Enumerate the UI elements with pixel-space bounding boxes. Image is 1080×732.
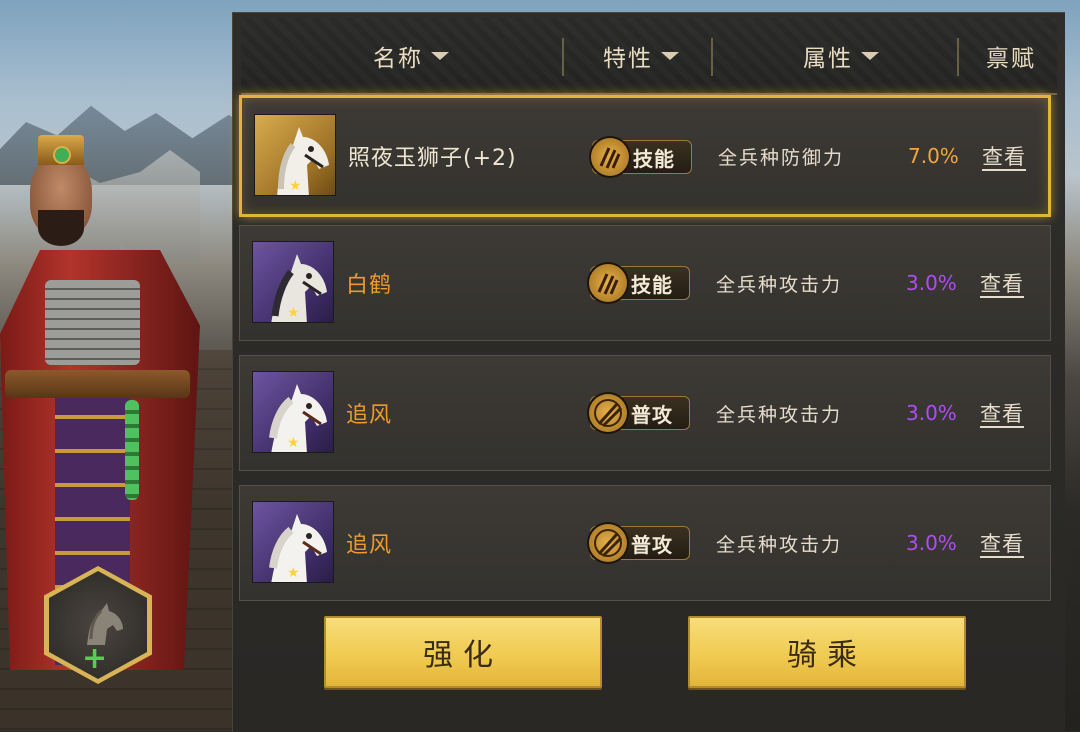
header-divider <box>562 38 564 76</box>
trait-badge[interactable]: 技能 <box>589 264 690 302</box>
slash-icon <box>589 394 627 432</box>
chevron-down-icon <box>661 51 679 60</box>
character-belt <box>5 370 190 398</box>
header-trait-sort[interactable]: 特性 <box>571 18 711 93</box>
trait-label: 普攻 <box>631 532 673 557</box>
trait-badge[interactable]: 普攻 <box>589 524 690 562</box>
attribute-value: 7.0% <box>908 144 959 168</box>
horse-list-panel: 名称 特性 属性 禀赋 ★ 照夜玉狮子(+2) 技能 全兵种防御力 7.0% 查… <box>232 12 1065 732</box>
enhance-button[interactable]: 强化 <box>324 616 602 688</box>
horse-portrait: ★ <box>252 241 334 323</box>
horse-portrait: ★ <box>254 114 336 196</box>
header-divider <box>957 38 959 76</box>
claw-icon <box>589 264 627 302</box>
star-icon: ★ <box>289 178 302 194</box>
horse-portrait: ★ <box>252 371 334 453</box>
header-talent-label: 禀赋 <box>986 45 1036 72</box>
trait-badge[interactable]: 普攻 <box>589 394 690 432</box>
header-attribute-label: 属性 <box>803 45 853 72</box>
horse-name: 白鹤 <box>346 273 393 298</box>
chevron-down-icon <box>861 51 879 60</box>
horse-name: 追风 <box>346 403 393 428</box>
horse-name: 照夜玉狮子(+2) <box>348 146 517 171</box>
attribute-value: 3.0% <box>906 531 957 555</box>
header-trait-label: 特性 <box>603 45 653 72</box>
header-divider <box>711 38 713 76</box>
add-mount-plus-icon: + <box>82 641 108 676</box>
horse-row[interactable]: ★ 白鹤 技能 全兵种攻击力 3.0% 查看 <box>239 225 1051 341</box>
attribute-value: 3.0% <box>906 271 957 295</box>
header-talent: 禀赋 <box>965 18 1057 93</box>
header-name-sort[interactable]: 名称 <box>311 18 511 93</box>
claw-icon <box>591 138 629 176</box>
header-attribute-sort[interactable]: 属性 <box>731 18 951 93</box>
attribute-label: 全兵种防御力 <box>718 146 845 169</box>
horse-row-selected[interactable]: ★ 照夜玉狮子(+2) 技能 全兵种防御力 7.0% 查看 <box>239 95 1051 217</box>
trait-label: 普攻 <box>631 402 673 427</box>
slash-icon <box>589 524 627 562</box>
horse-portrait: ★ <box>252 501 334 583</box>
chevron-down-icon <box>431 51 449 60</box>
character-armor <box>45 280 140 365</box>
character-beard <box>38 210 84 246</box>
view-link[interactable]: 查看 <box>980 226 1024 340</box>
attribute-label: 全兵种攻击力 <box>716 403 843 426</box>
ride-button[interactable]: 骑乘 <box>688 616 966 688</box>
view-link[interactable]: 查看 <box>980 356 1024 470</box>
character-jade-pendant <box>125 400 139 500</box>
attribute-label: 全兵种攻击力 <box>716 533 843 556</box>
trait-label: 技能 <box>631 272 673 297</box>
view-link[interactable]: 查看 <box>980 486 1024 600</box>
attribute-value: 3.0% <box>906 401 957 425</box>
trait-label: 技能 <box>633 146 675 171</box>
hat-jade-ornament <box>55 148 69 162</box>
list-header: 名称 特性 属性 禀赋 <box>241 18 1057 95</box>
horse-row[interactable]: ★ 追风 普攻 全兵种攻击力 3.0% 查看 <box>239 485 1051 601</box>
view-link[interactable]: 查看 <box>982 98 1026 214</box>
star-icon: ★ <box>287 565 300 581</box>
attribute-label: 全兵种攻击力 <box>716 273 843 296</box>
horse-name: 追风 <box>346 533 393 558</box>
horse-row[interactable]: ★ 追风 普攻 全兵种攻击力 3.0% 查看 <box>239 355 1051 471</box>
star-icon: ★ <box>287 435 300 451</box>
star-icon: ★ <box>287 305 300 321</box>
trait-badge[interactable]: 技能 <box>591 138 692 176</box>
header-name-label: 名称 <box>373 45 423 72</box>
